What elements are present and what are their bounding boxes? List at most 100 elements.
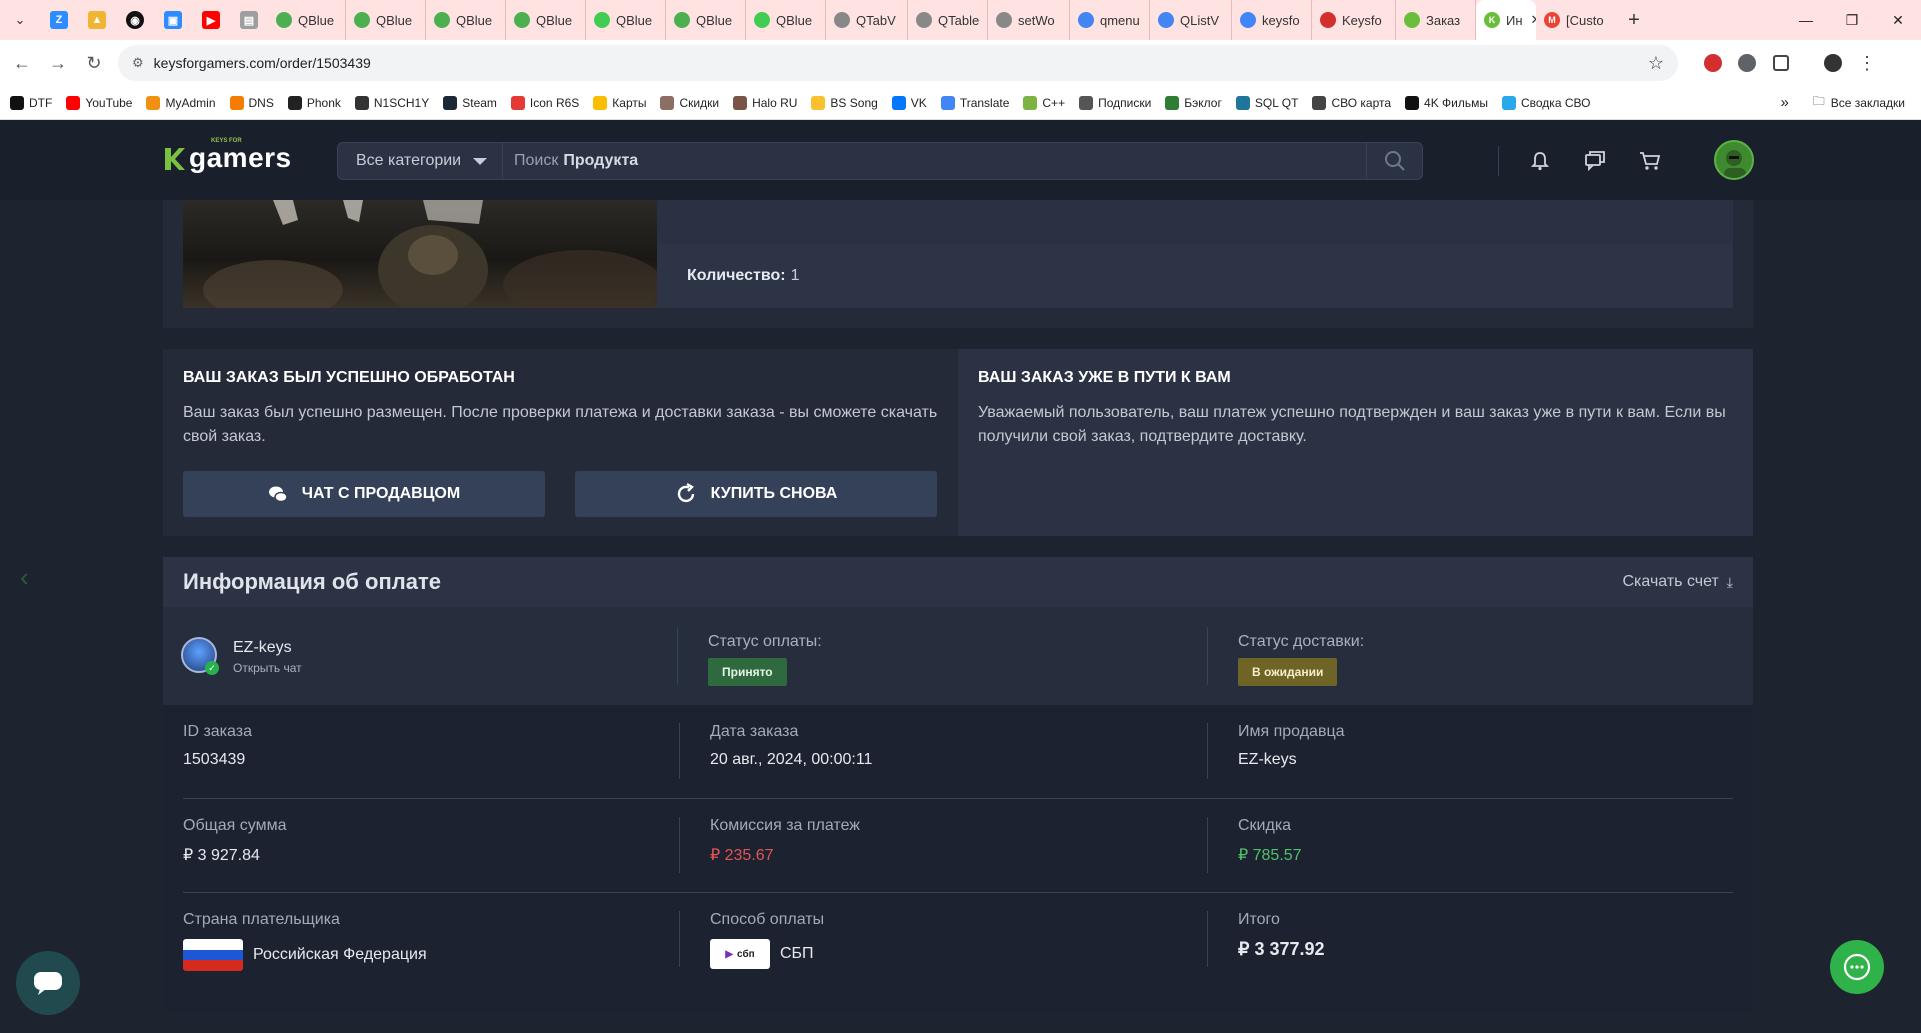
pinned-tab-youtube[interactable]: ▶ bbox=[192, 0, 230, 40]
bookmark-item[interactable]: Карты bbox=[593, 95, 646, 110]
order-info-grid: ID заказа 1503439 Дата заказа 20 авг., 2… bbox=[183, 705, 1733, 987]
cart-icon[interactable] bbox=[1637, 148, 1663, 174]
zoom-icon: Z bbox=[50, 11, 68, 29]
chrome-menu-icon[interactable]: ⋮ bbox=[1850, 46, 1884, 80]
messages-icon[interactable] bbox=[1582, 148, 1608, 174]
divider bbox=[677, 627, 678, 685]
chat-widget-button[interactable] bbox=[16, 951, 80, 1015]
pinned-tab-zoom[interactable]: Z bbox=[40, 0, 78, 40]
bookmark-item[interactable]: СВО карта bbox=[1312, 95, 1391, 110]
browser-tab[interactable]: QBlue bbox=[268, 0, 346, 40]
tab-label: Keysfo bbox=[1342, 12, 1382, 28]
tab-gmail[interactable]: M [Custo bbox=[1536, 0, 1616, 40]
bookmark-item[interactable]: Скидки bbox=[660, 95, 719, 110]
minimize-button[interactable]: — bbox=[1783, 0, 1829, 40]
category-select[interactable]: Все категории bbox=[337, 142, 503, 180]
user-avatar[interactable] bbox=[1714, 140, 1754, 180]
seller-name[interactable]: EZ-keys bbox=[233, 639, 292, 657]
bookmark-item[interactable]: Halo RU bbox=[733, 95, 798, 110]
site-info-icon[interactable]: ⚙ bbox=[132, 55, 144, 71]
browser-tab[interactable]: QTable bbox=[908, 0, 988, 40]
bookmark-item[interactable]: MyAdmin bbox=[146, 95, 216, 110]
order-processed-title: ВАШ ЗАКАЗ БЫЛ УСПЕШНО ОБРАБОТАН bbox=[183, 369, 515, 386]
discount-value: ₽ 785.57 bbox=[1238, 847, 1302, 864]
payment-info-header: Информация об оплате Скачать счет ⤓ bbox=[163, 557, 1753, 607]
tab-favicon-icon bbox=[1404, 12, 1420, 28]
pinned-tab-4[interactable]: ▣ bbox=[154, 0, 192, 40]
browser-tab[interactable]: QBlue bbox=[426, 0, 506, 40]
bookmark-item[interactable]: YouTube bbox=[66, 95, 132, 110]
all-bookmarks-link[interactable]: Все закладки bbox=[1831, 96, 1905, 110]
buy-again-button[interactable]: КУПИТЬ СНОВА bbox=[575, 471, 937, 517]
open-chat-link[interactable]: Открыть чат bbox=[233, 661, 302, 675]
bookmark-item[interactable]: Translate bbox=[940, 95, 1009, 110]
chevron-left-icon[interactable]: ‹ bbox=[20, 562, 29, 593]
browser-tab[interactable]: qmenu bbox=[1070, 0, 1150, 40]
info-row: Общая сумма ₽ 3 927.84 Комиссия за плате… bbox=[183, 799, 1733, 893]
bookmark-star-icon[interactable]: ☆ bbox=[1648, 53, 1664, 74]
extensions-puzzle-icon[interactable] bbox=[1764, 46, 1798, 80]
chat-bubble-icon bbox=[34, 972, 62, 995]
download-invoice-link[interactable]: Скачать счет ⤓ bbox=[1623, 573, 1734, 591]
browser-tab[interactable]: QListV bbox=[1150, 0, 1232, 40]
bookmark-item[interactable]: Steam bbox=[443, 95, 497, 110]
search-input[interactable]: Поиск Продукта bbox=[503, 142, 1423, 180]
bookmark-item[interactable]: Сводка СВО bbox=[1501, 95, 1590, 110]
bookmark-item[interactable]: Phonk bbox=[287, 95, 341, 110]
pinned-tab-6[interactable]: ▤ bbox=[230, 0, 268, 40]
support-chat-button[interactable] bbox=[1830, 940, 1884, 994]
product-card: Количество: 1 bbox=[163, 200, 1753, 328]
bookmark-label: Halo RU bbox=[752, 95, 798, 110]
bookmark-favicon-icon bbox=[1312, 95, 1327, 110]
category-select-value: Все категории bbox=[356, 152, 462, 169]
back-arrow-icon[interactable]: ← bbox=[4, 45, 40, 81]
extension-icon[interactable] bbox=[1730, 46, 1764, 80]
pinned-tab-3[interactable]: ◉ bbox=[116, 0, 154, 40]
extension-icon[interactable] bbox=[1696, 46, 1730, 80]
bell-icon[interactable] bbox=[1527, 148, 1553, 174]
profile-avatar-icon[interactable] bbox=[1816, 46, 1850, 80]
bookmark-item[interactable]: BS Song bbox=[811, 95, 878, 110]
more-bookmarks-icon[interactable]: » bbox=[1780, 94, 1788, 111]
search-button[interactable] bbox=[1366, 143, 1422, 179]
bookmark-item[interactable]: Бэклог bbox=[1165, 95, 1222, 110]
bookmark-item[interactable]: C++ bbox=[1023, 95, 1065, 110]
bookmark-item[interactable]: DTF bbox=[10, 95, 52, 110]
bookmark-item[interactable]: SQL QT bbox=[1235, 95, 1298, 110]
browser-tab[interactable]: Keysfo bbox=[1312, 0, 1396, 40]
site-header: KEYS FOR gamers Все категории Поиск Прод… bbox=[0, 120, 1921, 200]
active-tab[interactable]: K Ин ✕ bbox=[1476, 0, 1536, 40]
forward-arrow-icon[interactable]: → bbox=[40, 45, 76, 81]
bookmark-label: Steam bbox=[462, 95, 497, 110]
payment-fee-label: Комиссия за платеж bbox=[710, 817, 860, 834]
browser-tab[interactable]: QBlue bbox=[346, 0, 426, 40]
tab-label: QListV bbox=[1180, 12, 1220, 28]
close-window-button[interactable]: ✕ bbox=[1875, 0, 1921, 40]
tab-favicon-icon bbox=[434, 12, 450, 28]
browser-tab[interactable]: QBlue bbox=[746, 0, 826, 40]
bookmark-item[interactable]: VK bbox=[891, 95, 927, 110]
bookmark-label: Бэклог bbox=[1184, 95, 1222, 110]
browser-tab[interactable]: keysfo bbox=[1232, 0, 1312, 40]
bookmark-item[interactable]: N1SCH1Y bbox=[354, 95, 429, 110]
tab-search-menu-icon[interactable]: ⌄ bbox=[0, 0, 40, 40]
maximize-button[interactable]: ❐ bbox=[1829, 0, 1875, 40]
bookmark-item[interactable]: Icon R6S bbox=[510, 95, 579, 110]
browser-tab[interactable]: QTabV bbox=[826, 0, 908, 40]
url-field[interactable]: ⚙ keysforgamers.com/order/1503439 ☆ bbox=[118, 45, 1678, 81]
browser-tab[interactable]: QBlue bbox=[506, 0, 586, 40]
browser-tab[interactable]: QBlue bbox=[586, 0, 666, 40]
tab-label: QTabV bbox=[856, 12, 896, 28]
browser-tab[interactable]: Заказ bbox=[1396, 0, 1476, 40]
bookmark-item[interactable]: Подписки bbox=[1079, 95, 1151, 110]
reload-icon[interactable]: ↻ bbox=[76, 45, 112, 81]
new-tab-button[interactable]: + bbox=[1616, 9, 1652, 32]
browser-tab[interactable]: setWo bbox=[988, 0, 1070, 40]
bookmark-item[interactable]: DNS bbox=[229, 95, 274, 110]
site-logo[interactable]: KEYS FOR gamers bbox=[163, 138, 292, 172]
bookmark-favicon-icon bbox=[66, 95, 81, 110]
browser-tab[interactable]: QBlue bbox=[666, 0, 746, 40]
chat-with-seller-button[interactable]: ЧАТ С ПРОДАВЦОМ bbox=[183, 471, 545, 517]
bookmark-item[interactable]: 4K Фильмы bbox=[1405, 95, 1488, 110]
pinned-tab-2[interactable]: ▲ bbox=[78, 0, 116, 40]
